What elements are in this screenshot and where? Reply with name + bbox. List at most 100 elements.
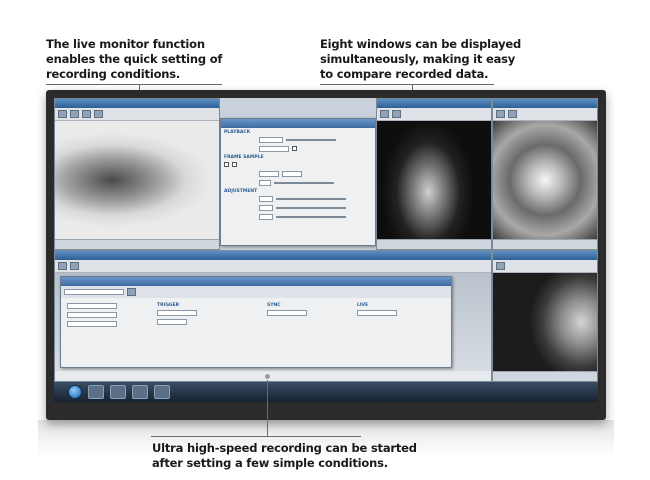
window-titlebar[interactable]	[377, 99, 491, 108]
callout-line: to compare recorded data.	[320, 67, 489, 81]
setting-field[interactable]	[259, 213, 273, 220]
timeline-bar[interactable]	[55, 239, 219, 249]
toolbar-button[interactable]	[58, 262, 67, 270]
setting-dropdown[interactable]	[357, 309, 397, 316]
setting-row	[64, 301, 144, 310]
toolbar-button[interactable]	[58, 110, 67, 118]
section-frame-sample: FRAME SAMPLE	[224, 155, 264, 160]
window-titlebar[interactable]	[55, 251, 491, 260]
callout-line: recording conditions.	[46, 67, 181, 81]
start-button[interactable]	[68, 385, 82, 399]
setting-field[interactable]	[157, 318, 187, 325]
toolbar-button[interactable]	[127, 288, 136, 296]
setting-checkbox[interactable]	[232, 162, 237, 167]
section-adjustment: ADJUSTMENT	[224, 189, 258, 194]
setting-field[interactable]	[259, 136, 283, 143]
setting-slider[interactable]	[274, 181, 334, 184]
taskbar-app-button[interactable]	[88, 385, 104, 399]
camera-dropdown[interactable]	[64, 289, 124, 295]
settings-column: LIVE	[354, 301, 434, 328]
setting-row	[221, 135, 375, 144]
toolbar-button[interactable]	[70, 262, 79, 270]
toolbar-button[interactable]	[380, 110, 389, 118]
setting-field[interactable]	[259, 195, 273, 202]
timeline-bar[interactable]	[493, 371, 597, 381]
setting-slider[interactable]	[276, 215, 346, 218]
setting-row	[264, 308, 344, 317]
setting-field[interactable]	[259, 170, 279, 177]
toolbar-button[interactable]	[392, 110, 401, 118]
setting-row	[221, 169, 375, 178]
window-titlebar[interactable]	[493, 99, 597, 108]
section-trigger: TRIGGER	[157, 303, 180, 308]
setting-field[interactable]	[259, 179, 271, 186]
callout-underline	[46, 84, 222, 85]
setting-dropdown[interactable]	[67, 302, 117, 309]
callout-underline	[151, 436, 361, 437]
recording-settings-panel: TRIGGER SYNC LIVE	[60, 276, 452, 368]
panel-titlebar[interactable]	[61, 277, 451, 286]
viewer-toolbar	[55, 108, 219, 121]
setting-row	[354, 308, 434, 317]
taskbar	[54, 382, 598, 402]
timeline-bar[interactable]	[493, 239, 597, 249]
viewer-window-5[interactable]	[492, 250, 598, 382]
setting-dropdown[interactable]	[157, 309, 197, 316]
toolbar-button[interactable]	[496, 262, 505, 270]
taskbar-app-button[interactable]	[110, 385, 126, 399]
setting-dropdown[interactable]	[259, 145, 289, 152]
toolbar-button[interactable]	[82, 110, 91, 118]
setting-field[interactable]	[282, 170, 302, 177]
panel-toolbar	[61, 286, 451, 298]
setting-row	[221, 212, 375, 221]
timeline-bar[interactable]	[377, 239, 491, 249]
setting-field[interactable]	[259, 204, 273, 211]
callout-line: after setting a few simple conditions.	[152, 456, 388, 470]
video-frame	[377, 121, 491, 239]
video-frame	[493, 273, 597, 371]
setting-slider[interactable]	[286, 138, 336, 141]
viewer-toolbar	[493, 260, 597, 273]
toolbar-button[interactable]	[70, 110, 79, 118]
callout-line: enables the quick setting of	[46, 52, 223, 66]
setting-row	[64, 319, 144, 328]
viewer-window-2[interactable]	[376, 98, 492, 250]
video-frame	[493, 121, 597, 239]
viewer-toolbar	[377, 108, 491, 121]
setting-dropdown[interactable]	[267, 309, 307, 316]
setting-checkbox[interactable]	[292, 146, 297, 151]
monitor: PLAYBACK FRAME SAMPLE ADJUSTMENT TRIGGER…	[46, 90, 606, 420]
setting-row	[221, 203, 375, 212]
toolbar-button[interactable]	[496, 110, 505, 118]
viewer-window-3[interactable]	[492, 98, 598, 250]
callout-simple-recording: Ultra high-speed recording can be starte…	[152, 441, 417, 471]
setting-checkbox[interactable]	[224, 162, 229, 167]
toolbar-button[interactable]	[508, 110, 517, 118]
settings-column: TRIGGER	[154, 301, 254, 328]
setting-dropdown[interactable]	[67, 320, 117, 327]
viewer-window-1[interactable]	[54, 98, 220, 250]
setting-slider[interactable]	[276, 206, 346, 209]
setting-row	[221, 178, 375, 187]
section-playback: PLAYBACK	[224, 130, 251, 135]
callout-marker	[264, 373, 271, 380]
settings-columns: TRIGGER SYNC LIVE	[61, 298, 451, 331]
callout-leader	[267, 380, 268, 436]
taskbar-app-button[interactable]	[154, 385, 170, 399]
settings-column	[64, 301, 144, 328]
setting-dropdown[interactable]	[67, 311, 117, 318]
setting-row	[154, 317, 254, 326]
setting-row	[221, 194, 375, 203]
window-titlebar[interactable]	[493, 251, 597, 260]
window-titlebar[interactable]	[55, 99, 219, 108]
toolbar-button[interactable]	[94, 110, 103, 118]
setting-row	[64, 310, 144, 319]
callout-eight-windows: Eight windows can be displayed simultane…	[320, 37, 521, 82]
playback-panel: PLAYBACK FRAME SAMPLE ADJUSTMENT	[220, 118, 376, 246]
setting-row	[154, 308, 254, 317]
setting-slider[interactable]	[276, 197, 346, 200]
panel-titlebar[interactable]	[221, 119, 375, 128]
taskbar-app-button[interactable]	[132, 385, 148, 399]
callout-line: simultaneously, making it easy	[320, 52, 516, 66]
video-frame	[55, 121, 219, 239]
